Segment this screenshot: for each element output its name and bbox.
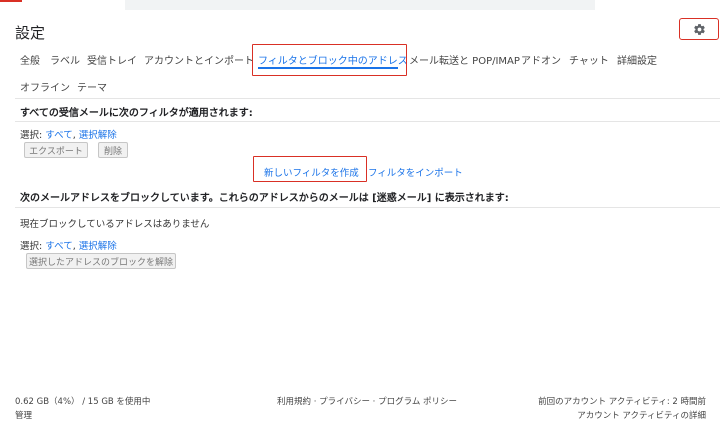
tab-addons[interactable]: アドオン — [521, 52, 561, 67]
settings-button[interactable] — [679, 18, 719, 40]
deselect-link[interactable]: 選択解除 — [79, 130, 117, 141]
separator: , — [72, 241, 76, 252]
import-filters-link[interactable]: フィルタをインポート — [368, 165, 463, 179]
last-activity: 前回のアカウント アクティビティ: 2 時間前 — [538, 397, 706, 407]
tab-accounts-import[interactable]: アカウントとインポート — [144, 52, 254, 67]
blocked-empty-text: 現在ブロックしているアドレスはありません — [20, 219, 210, 230]
tab-advanced[interactable]: 詳細設定 — [617, 52, 657, 67]
export-button[interactable]: エクスポート — [24, 142, 88, 158]
separator-dot: · — [372, 397, 376, 407]
separator: , — [72, 130, 76, 141]
divider — [15, 121, 720, 122]
select-all-link[interactable]: すべて — [45, 241, 72, 252]
blocked-heading: 次のメールアドレスをブロックしています。これらのアドレスからのメールは [迷惑メ… — [20, 193, 509, 204]
tab-labels[interactable]: ラベル — [50, 52, 80, 67]
page-title: 設定 — [15, 24, 46, 42]
gear-icon — [693, 23, 705, 35]
divider — [15, 98, 720, 99]
select-label: 選択: — [20, 130, 43, 141]
delete-button[interactable]: 削除 — [98, 142, 128, 158]
highlight-box-create-filter — [253, 156, 367, 182]
divider — [15, 207, 720, 208]
activity-details-link[interactable]: アカウント アクティビティの詳細 — [577, 409, 706, 421]
deselect-link[interactable]: 選択解除 — [79, 241, 117, 252]
program-policy-link[interactable]: プログラム ポリシー — [378, 397, 457, 407]
unblock-button[interactable]: 選択したアドレスのブロックを解除 — [26, 253, 176, 269]
tab-forwarding-pop-imap[interactable]: メール転送と POP/IMAP — [409, 52, 520, 67]
terms-link[interactable]: 利用規約 — [277, 397, 311, 407]
tab-chat[interactable]: チャット — [569, 52, 609, 67]
blocked-select-row: 選択: すべて, 選択解除 — [20, 238, 117, 252]
corner-marker — [0, 0, 22, 2]
footer-links: 利用規約 · プライバシー · プログラム ポリシー — [277, 395, 457, 407]
tab-inbox[interactable]: 受信トレイ — [87, 52, 137, 67]
select-label: 選択: — [20, 241, 43, 252]
separator-dot: · — [313, 397, 317, 407]
storage-usage: 0.62 GB（4%） / 15 GB を使用中 — [15, 397, 151, 407]
manage-storage-link[interactable]: 管理 — [15, 409, 32, 421]
select-all-link[interactable]: すべて — [45, 130, 72, 141]
tab-offline[interactable]: オフライン — [20, 79, 70, 94]
tab-general[interactable]: 全般 — [20, 52, 40, 67]
highlight-box-tab — [252, 44, 407, 76]
tab-themes[interactable]: テーマ — [77, 79, 107, 94]
filters-heading: すべての受信メールに次のフィルタが適用されます: — [20, 108, 253, 119]
filters-select-row: 選択: すべて, 選択解除 — [20, 127, 117, 141]
search-bar-area[interactable] — [125, 0, 595, 10]
privacy-link[interactable]: プライバシー — [319, 397, 370, 407]
